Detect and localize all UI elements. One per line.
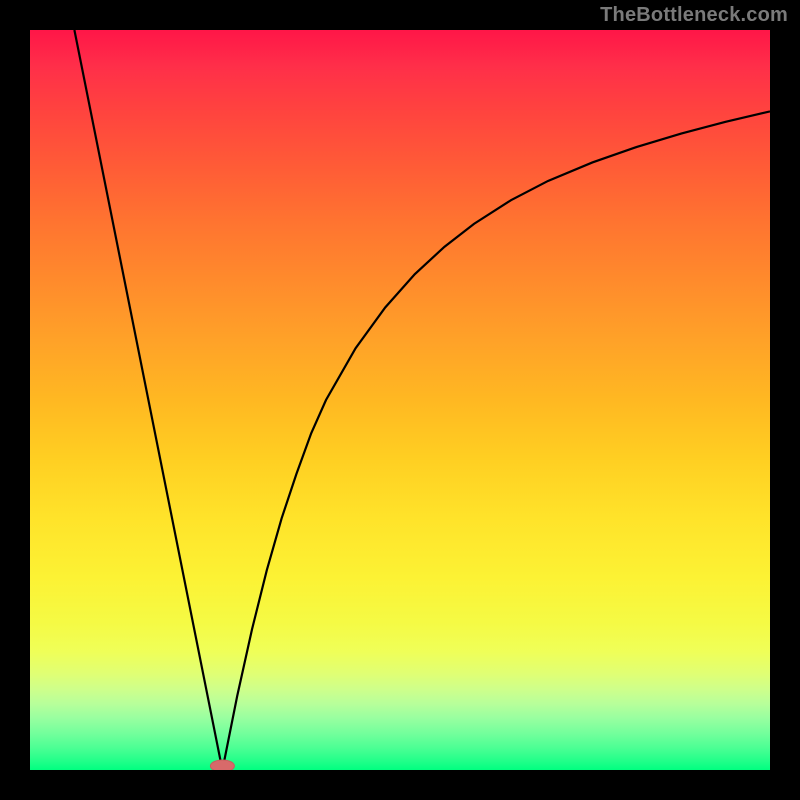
right-curve-line xyxy=(222,111,770,770)
curve-overlay xyxy=(30,30,770,770)
attribution-text: TheBottleneck.com xyxy=(600,4,788,27)
plot-frame xyxy=(30,30,770,770)
minimum-marker xyxy=(210,760,234,770)
left-branch-line xyxy=(74,30,222,770)
